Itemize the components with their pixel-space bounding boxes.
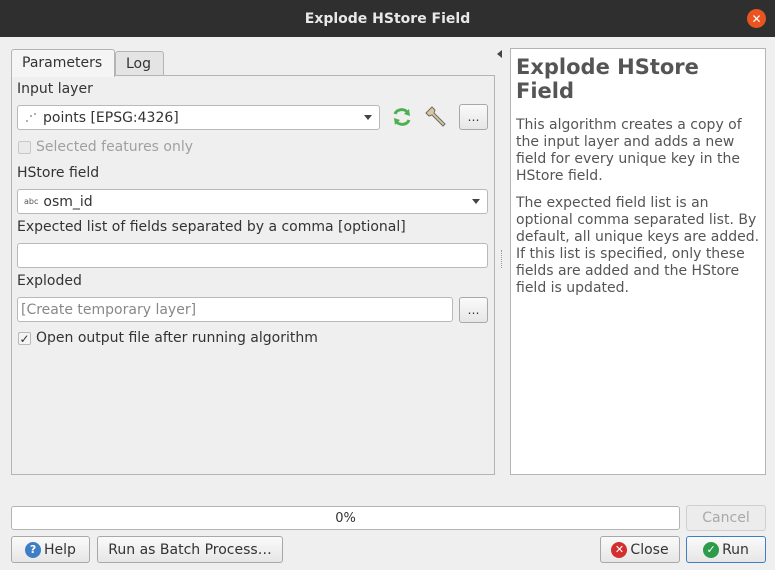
refresh-icon xyxy=(393,108,411,126)
help-icon: ? xyxy=(25,541,42,558)
exploded-output-input[interactable]: [Create temporary layer] xyxy=(17,297,453,322)
help-paragraph: This algorithm creates a copy of the inp… xyxy=(516,117,742,184)
checkmark-icon: ✓ xyxy=(19,331,30,346)
input-layer-more-button[interactable]: … xyxy=(459,104,488,130)
hstore-field-label: HStore field xyxy=(17,165,100,181)
splitter-handle[interactable] xyxy=(501,250,503,268)
run-button-label: Run xyxy=(722,541,749,558)
selected-features-label: Selected features only xyxy=(36,139,194,155)
batch-process-button[interactable]: Run as Batch Process… xyxy=(97,536,283,563)
progress-text: 0% xyxy=(335,510,356,526)
input-layer-value: points [EPSG:4326] xyxy=(43,109,179,126)
help-panel: Explode HStore Field This algorithm crea… xyxy=(510,48,766,475)
cancel-button[interactable]: Cancel xyxy=(686,505,766,531)
window-titlebar: Explode HStore Field ✕ xyxy=(0,0,775,37)
advanced-options-button[interactable] xyxy=(424,104,450,130)
point-layer-icon xyxy=(24,111,38,125)
open-output-label: Open output file after running algorithm xyxy=(36,330,318,346)
exploded-label: Exploded xyxy=(17,273,82,289)
selected-features-checkbox[interactable] xyxy=(18,141,31,154)
parameters-panel: Input layer points [EPSG:4326] … Selecte… xyxy=(11,75,495,475)
wrench-icon xyxy=(425,106,446,127)
window-title: Explode HStore Field xyxy=(304,10,471,27)
chevron-down-icon xyxy=(472,199,480,204)
close-button[interactable]: ✕ Close xyxy=(600,536,680,563)
help-button-label: Help xyxy=(44,541,76,558)
input-layer-label: Input layer xyxy=(17,81,93,97)
help-paragraph: The expected field list is an optional c… xyxy=(516,195,760,296)
help-title: Explode HStore Field xyxy=(516,55,699,103)
close-button-label: Close xyxy=(630,541,669,558)
run-button[interactable]: ✓ Run xyxy=(686,536,766,563)
hstore-field-value: osm_id xyxy=(43,193,93,210)
text-field-icon: abc xyxy=(24,197,39,206)
tab-log[interactable]: Log xyxy=(115,51,164,76)
run-check-icon: ✓ xyxy=(703,541,720,558)
expected-fields-input[interactable] xyxy=(17,243,488,268)
iterate-features-button[interactable] xyxy=(389,104,415,130)
help-button[interactable]: ? Help xyxy=(11,536,90,563)
exploded-more-button[interactable]: … xyxy=(459,297,488,323)
progress-bar: 0% xyxy=(11,506,680,530)
chevron-down-icon xyxy=(364,115,372,120)
open-output-checkbox[interactable]: ✓ xyxy=(18,332,31,345)
hstore-field-combo[interactable]: abc osm_id xyxy=(17,189,488,214)
window-close-icon[interactable]: ✕ xyxy=(747,9,766,28)
close-icon: ✕ xyxy=(611,541,628,558)
tab-parameters[interactable]: Parameters xyxy=(11,49,115,77)
input-layer-combo[interactable]: points [EPSG:4326] xyxy=(17,105,380,130)
collapse-help-icon[interactable] xyxy=(497,50,502,58)
expected-fields-label: Expected list of fields separated by a c… xyxy=(17,219,406,235)
